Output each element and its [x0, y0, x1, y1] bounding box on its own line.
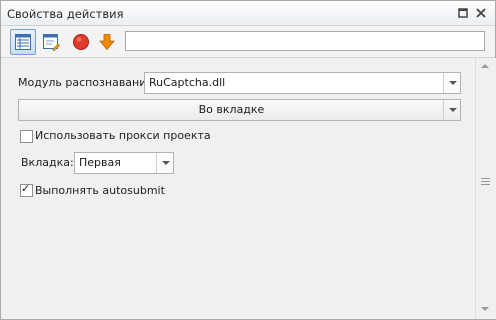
table-view-button[interactable] [10, 29, 36, 55]
recognition-module-value: RuCaptcha.dll [149, 76, 226, 89]
recognition-module-select[interactable]: RuCaptcha.dll [144, 72, 461, 94]
location-select-value: Во вкладке [198, 103, 265, 116]
table-view-icon [15, 34, 31, 50]
toolbar [1, 26, 495, 58]
record-icon [73, 34, 89, 50]
toolbar-text-input[interactable] [125, 31, 485, 51]
autosubmit-label: Выполнять autosubmit [35, 184, 165, 197]
chevron-down-icon[interactable] [156, 153, 173, 173]
tab-select-value: Первая [79, 156, 121, 169]
tab-label: Вкладка: [21, 156, 74, 169]
chevron-down-icon[interactable] [443, 73, 460, 93]
edit-form-button[interactable] [38, 29, 64, 55]
close-icon[interactable] [475, 7, 487, 19]
chevron-down-icon[interactable] [443, 100, 460, 120]
scroll-up-icon[interactable] [481, 64, 489, 68]
vertical-scrollbar[interactable] [475, 58, 496, 319]
scroll-grip-icon[interactable] [481, 178, 490, 185]
properties-content: Модуль распознавания: RuCaptcha.dll Во в… [1, 58, 475, 318]
use-proxy-checkbox[interactable] [20, 130, 33, 143]
recognition-module-label: Модуль распознавания: [18, 76, 157, 89]
tab-select[interactable]: Первая [74, 152, 174, 174]
action-properties-panel: Свойства действия Модуль распознавания: … [0, 0, 496, 320]
record-button[interactable] [68, 29, 94, 55]
autosubmit-checkbox[interactable] [20, 182, 33, 197]
pin-icon[interactable] [457, 7, 469, 19]
panel-title: Свойства действия [7, 7, 124, 21]
edit-form-icon [43, 34, 60, 51]
panel-titlebar: Свойства действия [1, 1, 495, 26]
use-proxy-label: Использовать прокси проекта [35, 129, 211, 142]
scroll-down-icon[interactable] [481, 307, 489, 311]
download-button[interactable] [94, 29, 120, 55]
download-arrow-icon [99, 34, 115, 51]
location-select[interactable]: Во вкладке [18, 99, 461, 121]
